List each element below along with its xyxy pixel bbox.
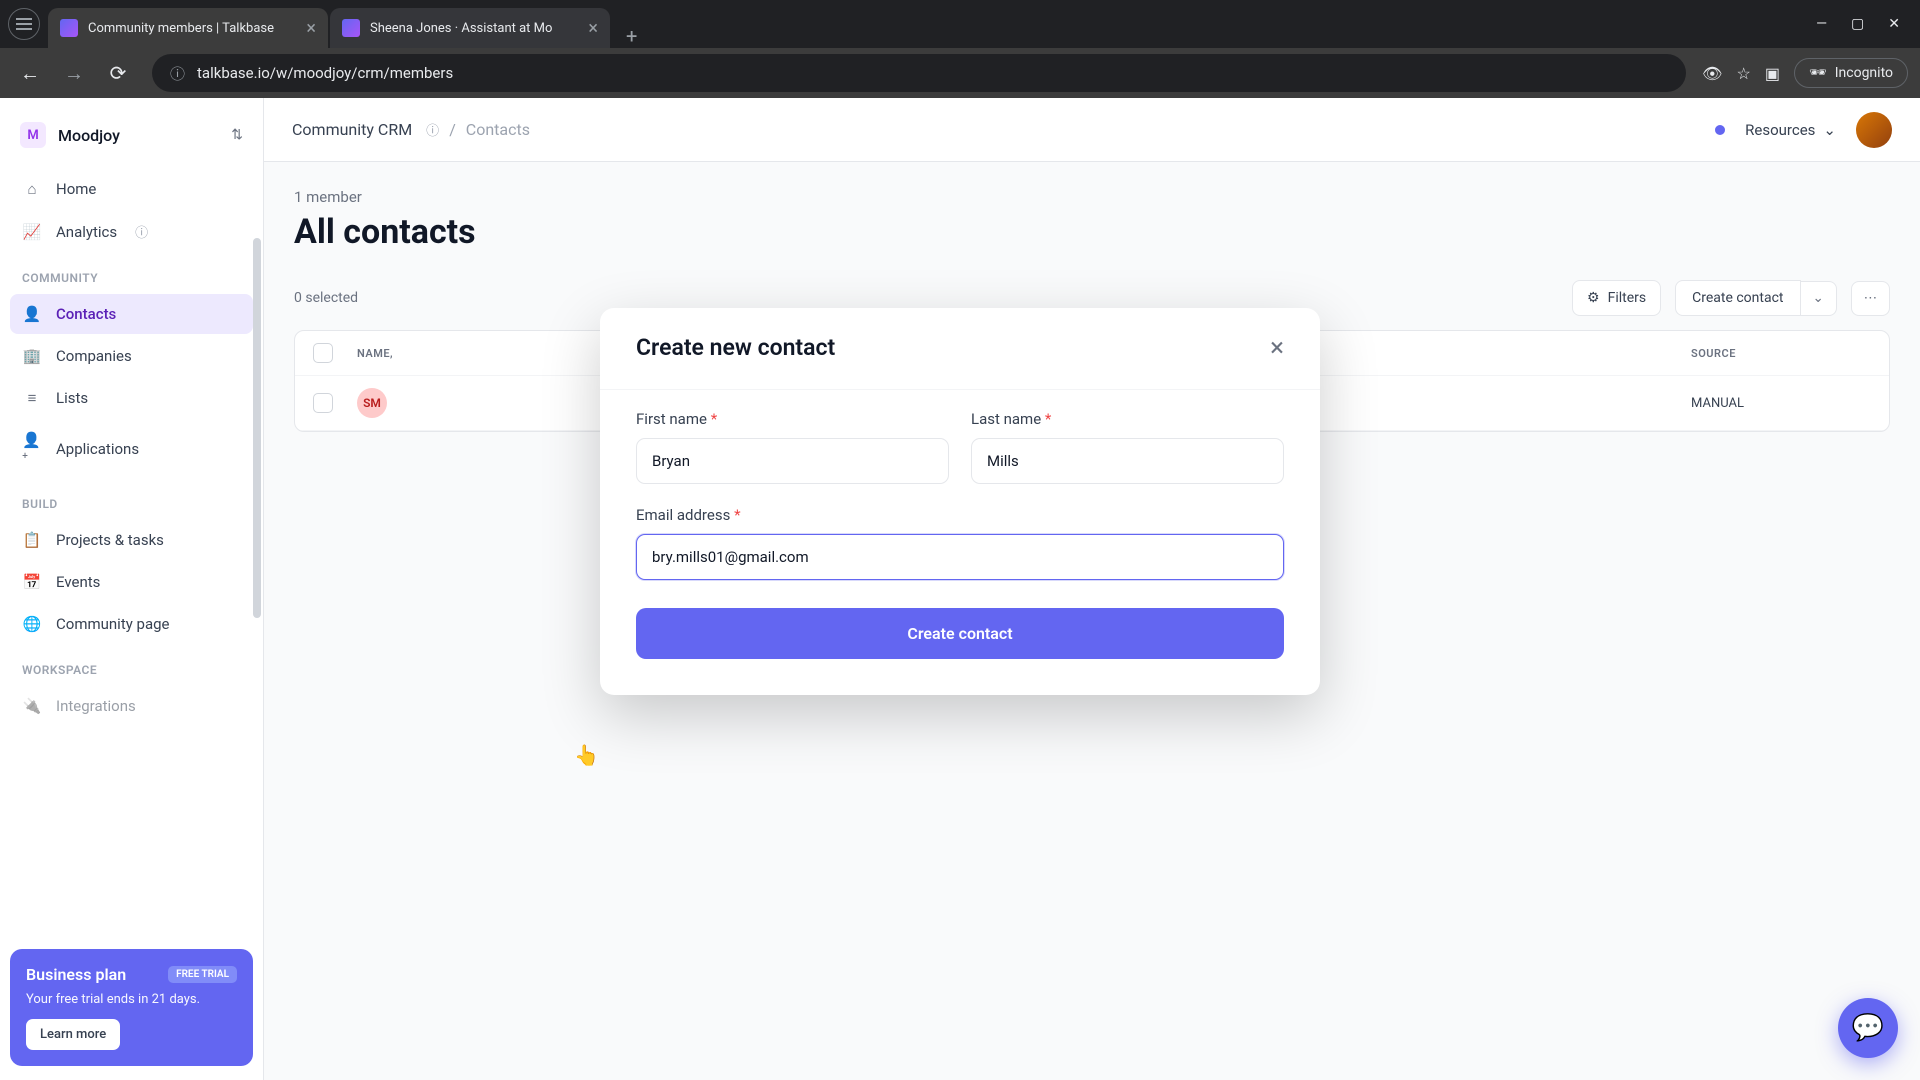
incognito-badge[interactable]: 🕶 Incognito xyxy=(1794,58,1908,88)
modal-overlay: Create new contact × First name * xyxy=(0,98,1920,1080)
reload-button[interactable]: ⟳ xyxy=(100,55,136,91)
chat-icon: 💬 xyxy=(1852,1013,1884,1043)
panel-icon[interactable]: ▣ xyxy=(1765,64,1780,83)
create-contact-modal: Create new contact × First name * xyxy=(600,308,1320,695)
last-name-label: Last name * xyxy=(971,410,1284,428)
browser-menu-button[interactable] xyxy=(8,8,40,40)
tab-title: Community members | Talkbase xyxy=(88,21,298,36)
create-contact-submit-button[interactable]: Create contact xyxy=(636,608,1284,659)
tab-title: Sheena Jones · Assistant at Mo xyxy=(370,21,580,36)
app-root: M Moodjoy ⇅ ⌂ Home 📈 Analytics ⓘ COMMUNI… xyxy=(0,98,1920,1080)
window-controls: — ▢ ✕ xyxy=(1804,16,1912,32)
browser-tab-bar: Community members | Talkbase × Sheena Jo… xyxy=(0,0,1920,48)
new-tab-button[interactable]: + xyxy=(612,24,651,48)
url-bar[interactable]: ⓘ talkbase.io/w/moodjoy/crm/members xyxy=(152,54,1686,92)
label-text: Last name xyxy=(971,410,1041,428)
last-name-input[interactable] xyxy=(971,438,1284,484)
required-asterisk: * xyxy=(734,506,740,524)
minimize-icon[interactable]: — xyxy=(1816,16,1827,32)
label-text: First name xyxy=(636,410,707,428)
tab-1[interactable]: Community members | Talkbase × xyxy=(48,8,328,48)
first-name-input[interactable] xyxy=(636,438,949,484)
browser-toolbar: ← → ⟳ ⓘ talkbase.io/w/moodjoy/crm/member… xyxy=(0,48,1920,98)
favicon-icon xyxy=(342,19,360,37)
bookmark-icon[interactable]: ☆ xyxy=(1736,64,1750,83)
close-icon[interactable]: × xyxy=(588,18,598,39)
close-icon[interactable]: × xyxy=(306,18,316,39)
tab-2[interactable]: Sheena Jones · Assistant at Mo × xyxy=(330,8,610,48)
modal-close-button[interactable]: × xyxy=(1270,335,1284,361)
url-text: talkbase.io/w/moodjoy/crm/members xyxy=(197,64,453,82)
chat-fab[interactable]: 💬 xyxy=(1838,998,1898,1058)
required-asterisk: * xyxy=(1045,410,1051,428)
maximize-icon[interactable]: ▢ xyxy=(1851,16,1864,32)
label-text: Email address xyxy=(636,506,730,524)
favicon-icon xyxy=(60,19,78,37)
close-icon: × xyxy=(1270,333,1284,363)
email-input[interactable] xyxy=(636,534,1284,580)
email-label: Email address * xyxy=(636,506,1284,524)
first-name-label: First name * xyxy=(636,410,949,428)
incognito-icon: 🕶 xyxy=(1809,65,1827,81)
close-window-icon[interactable]: ✕ xyxy=(1888,16,1900,32)
modal-title: Create new contact xyxy=(636,334,835,361)
tab-strip: Community members | Talkbase × Sheena Jo… xyxy=(48,0,1804,48)
forward-button[interactable]: → xyxy=(56,55,92,91)
site-info-icon[interactable]: ⓘ xyxy=(170,63,185,84)
incognito-label: Incognito xyxy=(1835,65,1893,81)
eye-off-icon[interactable]: 👁 xyxy=(1702,64,1722,83)
required-asterisk: * xyxy=(711,410,717,428)
back-button[interactable]: ← xyxy=(12,55,48,91)
